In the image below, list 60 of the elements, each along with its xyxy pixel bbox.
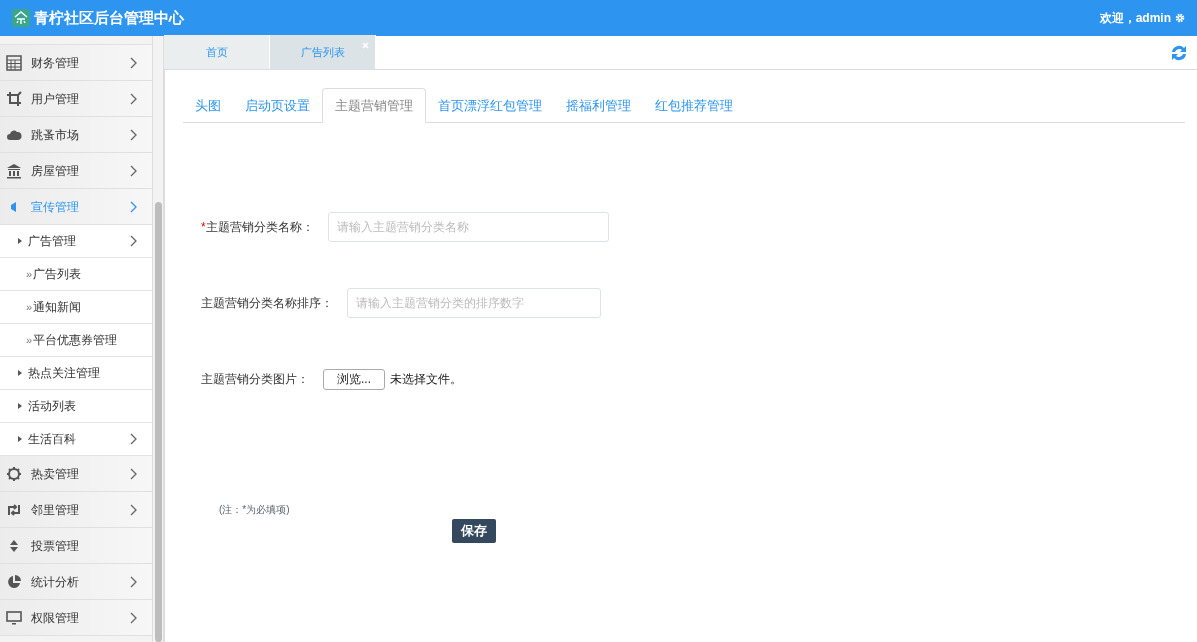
bank-icon [6, 162, 22, 179]
sidebar-item[interactable]: 用户管理 [0, 81, 152, 117]
sidebar-subitem-label: 广告列表 [33, 266, 82, 283]
chevron-icon [130, 433, 138, 445]
double-chevron-icon: » [26, 298, 33, 316]
sidebar-item[interactable]: 热卖管理 [0, 456, 152, 492]
sidebar-subitem[interactable]: 广告管理 [0, 225, 152, 258]
input-field[interactable]: 请输入主题营销分类名称 [327, 212, 609, 242]
sidebar-subitem[interactable]: »广告列表 [0, 258, 152, 291]
sidebar-item[interactable]: 邻里管理 [0, 492, 152, 528]
chevron-icon [130, 467, 138, 480]
settings-icon[interactable] [1175, 13, 1185, 23]
sidebar-subitem-label: 通知新闻 [33, 299, 82, 316]
sidebar-item[interactable]: 统计分析 [0, 564, 152, 600]
sidebar-item[interactable]: 投票管理 [0, 528, 152, 564]
sidebar-item[interactable]: 财务管理 [0, 45, 152, 81]
chevron-icon [130, 200, 138, 213]
pie-chart-icon [6, 573, 22, 590]
save-button[interactable]: 保存 [452, 518, 496, 543]
double-chevron-icon: » [26, 331, 33, 349]
required-mark: * [201, 219, 206, 236]
sidebar-item[interactable]: 权限管理 [0, 600, 152, 636]
scrollbar[interactable] [152, 36, 164, 642]
sidebar-subitem[interactable]: »通知新闻 [0, 291, 152, 324]
sidebar-item[interactable]: 跳蚤市场 [0, 117, 152, 153]
required-note: (注：*为必填项) [219, 503, 291, 517]
chevron-icon [130, 611, 138, 624]
chevron-icon [130, 503, 138, 516]
triangle-icon [18, 238, 22, 244]
sidebar-item[interactable]: 房屋管理 [0, 153, 152, 189]
sidebar-subitem[interactable]: »平台优惠券管理 [0, 324, 152, 357]
chevron-icon [130, 164, 138, 177]
chevron-icon [130, 92, 138, 105]
monitor-icon [6, 609, 22, 626]
input-field[interactable]: 请输入主题营销分类的排序数字 [347, 288, 601, 318]
chevron-icon [130, 575, 138, 588]
retweet-icon [6, 501, 22, 518]
triangle-icon [18, 370, 22, 376]
welcome-text: 欢迎，admin [1099, 10, 1171, 27]
calculator-icon [6, 54, 22, 71]
sidebar-subitem[interactable]: 生活百科 [0, 423, 152, 456]
logo-icon [12, 9, 30, 27]
chevron-icon [130, 56, 138, 69]
chevron-icon [130, 235, 138, 247]
triangle-icon [18, 436, 22, 442]
field-label: 主题营销分类图片： [201, 371, 309, 388]
field-label: 主题营销分类名称排序： [201, 295, 333, 312]
file-status-text: 未选择文件。 [390, 371, 462, 388]
browse-button[interactable]: 浏览... [323, 368, 385, 390]
double-chevron-icon: » [26, 265, 33, 283]
tab[interactable]: 主题营销管理 [322, 88, 426, 123]
gear-icon [6, 465, 22, 482]
triangle-icon [18, 403, 22, 409]
field-label: 主题营销分类名称： [205, 219, 314, 236]
chevron-icon [130, 128, 138, 141]
sidebar-subitem[interactable]: 热点关注管理 [0, 357, 152, 390]
sidebar-subitem[interactable]: 活动列表 [0, 390, 152, 423]
crop-icon [6, 90, 22, 107]
sidebar-subitem-label: 平台优惠券管理 [33, 332, 118, 349]
app-title: 青柠社区后台管理中心 [34, 7, 184, 28]
